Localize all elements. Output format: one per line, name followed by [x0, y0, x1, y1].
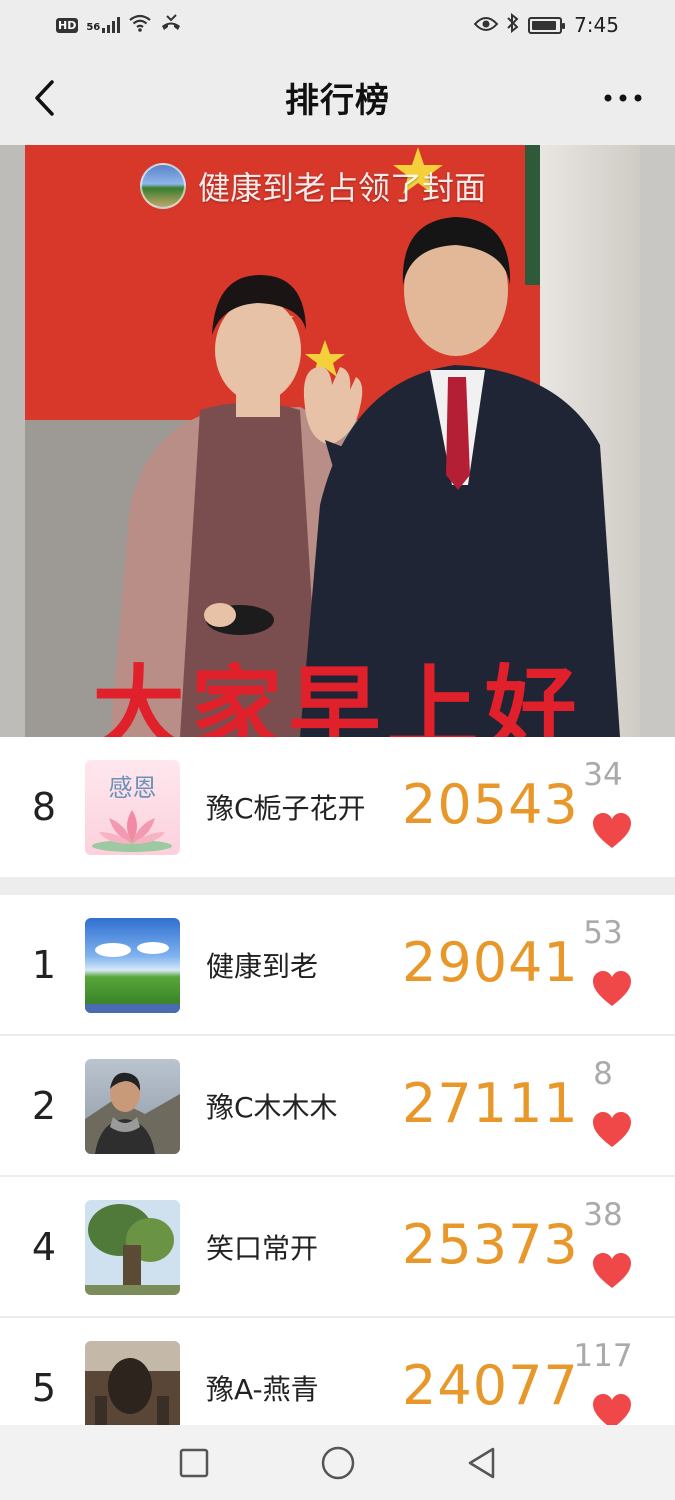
bluetooth-icon: [506, 12, 520, 38]
rank-number: 2: [31, 1084, 57, 1128]
avatar[interactable]: [85, 1341, 180, 1436]
step-count: 25373: [402, 1213, 579, 1276]
like-count: 8: [593, 1056, 613, 1092]
home-button[interactable]: [311, 1436, 365, 1490]
cover-caption: 大家早上好: [92, 656, 583, 737]
status-bar: HD 56 7:45: [0, 0, 675, 50]
wifi-icon: [128, 13, 152, 37]
avatar[interactable]: [85, 918, 180, 1013]
rank-number: 1: [31, 943, 57, 987]
page-title: 排行榜: [285, 81, 390, 121]
user-name: 豫C木木木: [206, 1091, 338, 1124]
person-photo-icon: [85, 1072, 180, 1154]
step-count: 20543: [402, 773, 579, 836]
hd-badge: HD: [56, 17, 79, 33]
rank-row[interactable]: 1 健康到老 29041 53: [0, 895, 675, 1035]
more-dots-icon: [604, 94, 642, 102]
nav-back-button[interactable]: [455, 1436, 509, 1490]
step-count: 29041: [402, 931, 579, 994]
chevron-left-icon: [35, 80, 54, 116]
heart-icon[interactable]: [591, 1110, 633, 1150]
heart-icon[interactable]: [591, 1251, 633, 1291]
rank-number: 8: [31, 785, 57, 829]
recents-button[interactable]: [167, 1436, 221, 1490]
statue-photo-icon: [85, 1341, 180, 1436]
lotus-icon: [92, 810, 172, 852]
like-count: 38: [583, 1197, 623, 1233]
triangle-back-icon: [468, 1447, 494, 1478]
rank-number: 5: [31, 1366, 57, 1410]
my-rank-row[interactable]: 8 感恩 豫C栀子花开 20543 34: [0, 737, 675, 877]
cover-owner-banner: 健康到老占领了封面: [140, 163, 486, 209]
user-name: 豫A-燕青: [206, 1373, 319, 1406]
avatar[interactable]: [85, 1200, 180, 1295]
status-right: 7:45: [473, 12, 619, 38]
like-count: 34: [583, 757, 623, 793]
cloud-icon: [85, 942, 180, 1013]
cover-owner-avatar[interactable]: [140, 163, 186, 209]
user-name: 笑口常开: [206, 1232, 319, 1265]
battery-icon: [528, 16, 566, 34]
system-nav-bar: [0, 1425, 675, 1500]
signal-icon: 56: [86, 17, 121, 33]
cover-image[interactable]: 健康到老占领了封面 大家早上好: [0, 145, 675, 737]
rank-row[interactable]: 2 豫C木木木 27111 8: [0, 1036, 675, 1176]
app-header: 排行榜: [0, 50, 675, 145]
avatar[interactable]: [85, 1059, 180, 1154]
circle-icon: [321, 1446, 354, 1479]
step-count: 24077: [402, 1354, 579, 1417]
eye-icon: [473, 13, 499, 37]
tree-photo-icon: [85, 1204, 180, 1295]
missed-call-icon: [160, 13, 182, 37]
rank-number: 4: [31, 1225, 57, 1269]
like-count: 53: [583, 915, 623, 951]
avatar[interactable]: 感恩: [85, 760, 180, 855]
square-icon: [179, 1448, 208, 1477]
clock-time: 7:45: [574, 13, 619, 37]
step-count: 27111: [402, 1072, 579, 1135]
rank-row[interactable]: 4 笑口常开 25373 38: [0, 1177, 675, 1317]
heart-icon[interactable]: [591, 969, 633, 1009]
like-count: 117: [573, 1338, 633, 1374]
user-name: 豫C栀子花开: [206, 792, 366, 825]
heart-icon[interactable]: [591, 811, 633, 851]
cover-owner-text: 健康到老占领了封面: [198, 169, 487, 207]
status-left: HD 56: [56, 13, 182, 37]
back-button[interactable]: [24, 75, 64, 121]
user-name: 健康到老: [206, 950, 319, 983]
more-button[interactable]: [601, 80, 645, 116]
